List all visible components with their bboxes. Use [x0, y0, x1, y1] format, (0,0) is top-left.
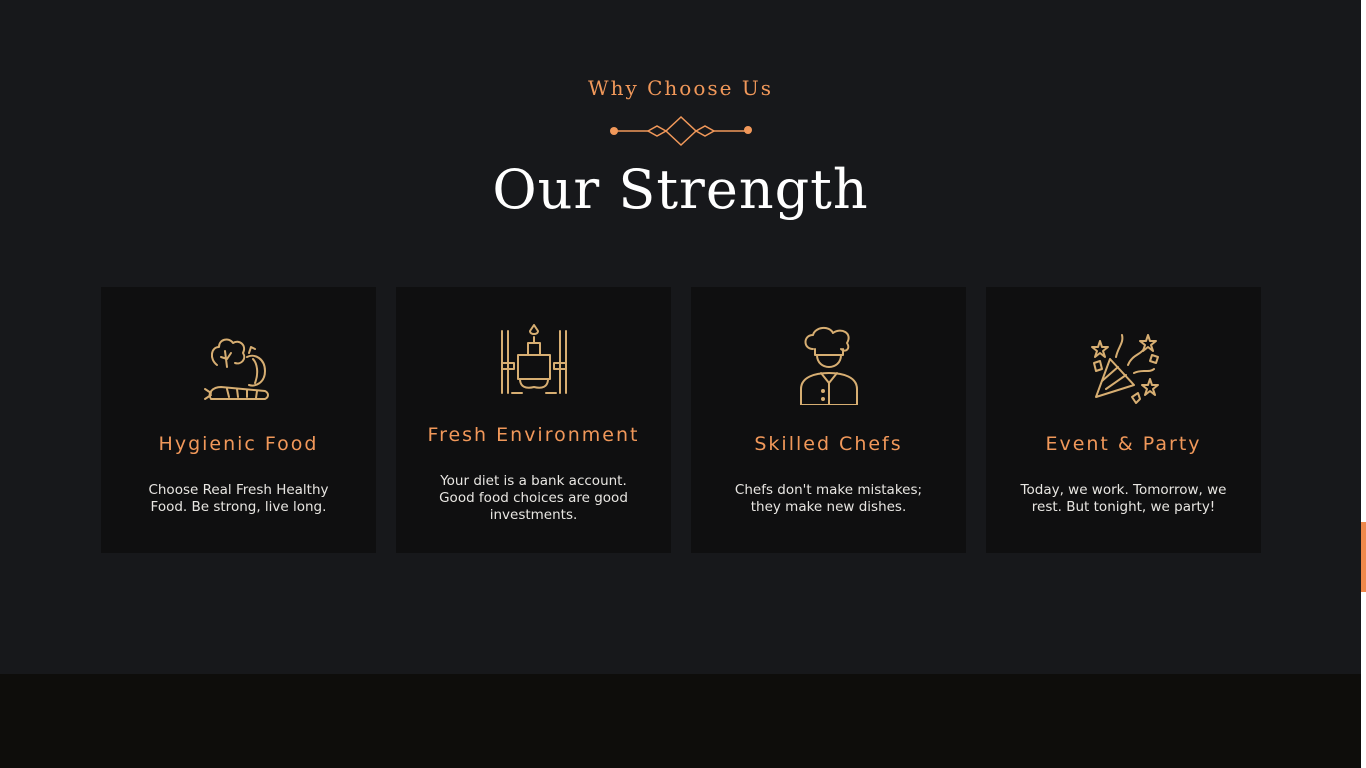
feature-title: Skilled Chefs — [754, 433, 903, 455]
why-choose-us-section: Why Choose Us Our Strength Hygienic Food… — [0, 0, 1361, 674]
dining-table-icon — [498, 321, 570, 401]
feature-card-fresh-environment: Fresh Environment Your diet is a bank ac… — [396, 287, 671, 553]
ornament-divider-icon — [610, 115, 752, 147]
feature-card-skilled-chefs: Skilled Chefs Chefs don't make mistakes;… — [691, 287, 966, 553]
section-title: Our Strength — [492, 158, 869, 221]
feature-card-event-party: Event & Party Today, we work. Tomorrow, … — [986, 287, 1261, 553]
feature-title: Event & Party — [1045, 433, 1202, 455]
chef-icon — [793, 325, 865, 406]
feature-description: Choose Real Fresh Healthy Food. Be stron… — [148, 482, 329, 515]
feature-description: Today, we work. Tomorrow, we rest. But t… — [1020, 482, 1227, 515]
footer-band — [0, 674, 1361, 768]
feature-description: Your diet is a bank account. Good food c… — [439, 473, 628, 523]
feature-title: Hygienic Food — [158, 433, 319, 455]
feature-description: Chefs don't make mistakes; they make new… — [734, 482, 923, 515]
feature-card-hygienic-food: Hygienic Food Choose Real Fresh Healthy … — [101, 287, 376, 553]
section-eyebrow: Why Choose Us — [588, 76, 773, 100]
vegetables-icon — [203, 329, 275, 409]
party-popper-icon — [1088, 329, 1160, 409]
scrollbar-track[interactable] — [1361, 0, 1366, 768]
scrollbar-thumb[interactable] — [1361, 522, 1366, 592]
feature-title: Fresh Environment — [427, 424, 640, 446]
